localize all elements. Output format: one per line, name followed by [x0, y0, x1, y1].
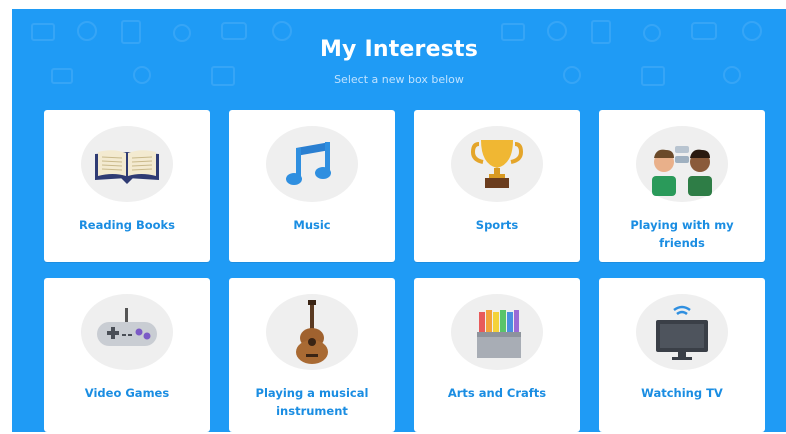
interest-label: Reading Books	[78, 218, 176, 232]
guitar-icon	[296, 300, 328, 364]
interest-label: Watching TV	[641, 386, 723, 400]
crayons-icon	[477, 310, 521, 358]
interest-card-video-games[interactable]: Video Games	[44, 278, 210, 432]
icon-circle	[451, 294, 543, 370]
interest-card-playing-instrument[interactable]: Playing a musical instrument	[229, 278, 395, 432]
icon-circle	[451, 126, 543, 202]
interest-card-reading-books[interactable]: Reading Books	[44, 110, 210, 262]
background-pattern	[31, 20, 762, 86]
trophy-icon	[470, 140, 524, 188]
icon-circle	[266, 294, 358, 370]
music-note-icon	[286, 142, 331, 185]
interest-label: Arts and Crafts	[447, 386, 547, 400]
book-icon	[95, 150, 159, 184]
page-title: My Interests	[319, 37, 479, 62]
icon-circle	[636, 294, 728, 370]
interest-label: Playing with my friends	[630, 218, 734, 250]
interest-card-playing-with-friends[interactable]: Playing with my friends	[599, 110, 765, 262]
interest-label: Video Games	[84, 386, 170, 400]
interest-label: Playing a musical instrument	[255, 386, 369, 418]
friends-icon	[652, 146, 712, 196]
interest-card-watching-tv[interactable]: Watching TV	[599, 278, 765, 432]
icon-circle	[81, 294, 173, 370]
interest-card-music[interactable]: Music	[229, 110, 395, 262]
icon-circle	[266, 126, 358, 202]
interest-label: Sports	[475, 218, 519, 232]
interest-card-sports[interactable]: Sports	[414, 110, 580, 262]
interests-screen: My Interests Select a new box below Read…	[12, 9, 786, 432]
icon-circle	[636, 126, 728, 202]
interest-label: Music	[293, 218, 331, 232]
page-subtitle: Select a new box below	[334, 73, 464, 86]
interests-grid: Reading Books Music Sports Playing with …	[44, 110, 766, 432]
game-controller-icon	[97, 308, 157, 346]
tv-icon	[656, 305, 708, 360]
interest-card-arts-and-crafts[interactable]: Arts and Crafts	[414, 278, 580, 432]
icon-circle	[81, 126, 173, 202]
